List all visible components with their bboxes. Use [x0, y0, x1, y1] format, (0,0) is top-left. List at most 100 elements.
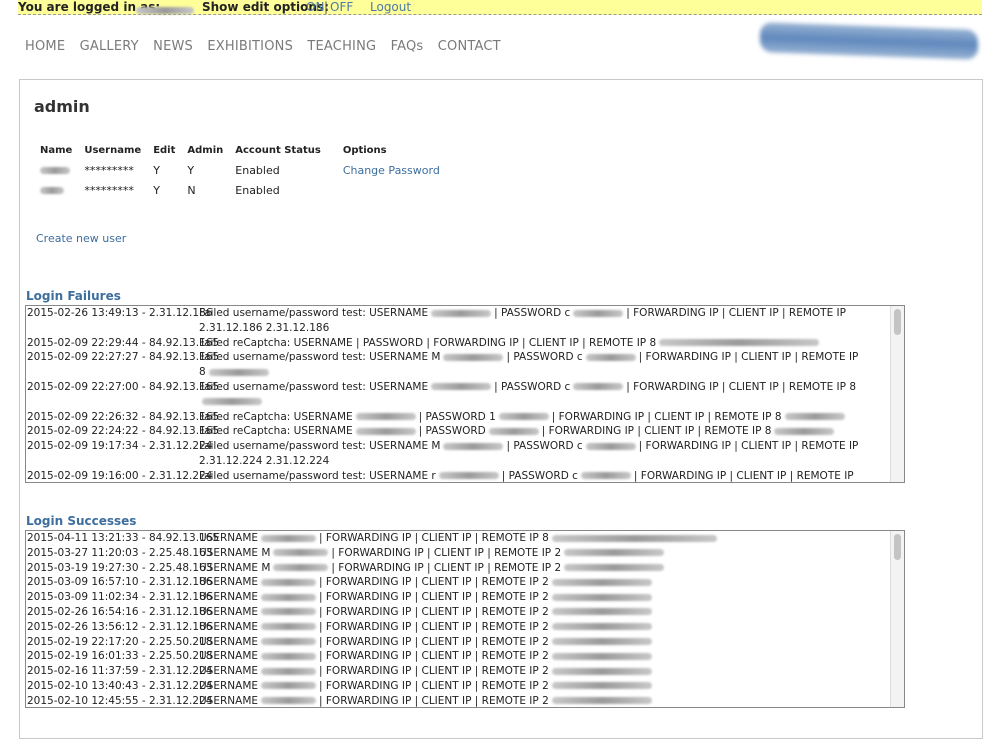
log-message: Failed reCaptcha: USERNAME | PASSWORD 1 | … — [199, 410, 904, 425]
log-message-middle: | PASSWORD c — [506, 351, 583, 364]
create-user-link[interactable]: Create new user — [36, 232, 126, 245]
log-message: USERNAME M | FORWARDING IP | CLIENT IP | … — [199, 546, 904, 561]
user-edit: Y — [153, 163, 160, 177]
log-message-start: Failed reCaptcha: USERNAME — [199, 425, 353, 438]
redacted-value — [431, 309, 492, 317]
log-message-start: USERNAME — [199, 694, 259, 707]
log-message-end: | FORWARDING IP | CLIENT IP | REMOTE IP … — [331, 546, 562, 559]
log-timestamp: 2015-02-10 12:45:55 - 2.31.12.224 — [27, 694, 213, 707]
log-message: USERNAME | FORWARDING IP | CLIENT IP | RE… — [199, 635, 904, 650]
log-message: USERNAME M | FORWARDING IP | CLIENT IP | … — [199, 561, 904, 576]
log-message-end: | FORWARDING IP | CLIENT IP | REMOTE IP … — [319, 694, 549, 707]
scroll-thumb[interactable] — [894, 534, 901, 560]
list-item: 2015-02-09 22:29:44 - 84.92.13.165 Failed… — [26, 336, 904, 351]
log-message: USERNAME | FORWARDING IP | CLIENT IP | RE… — [199, 694, 904, 707]
redacted-value — [774, 427, 835, 435]
redacted-value — [784, 413, 845, 421]
log-message-end: | FORWARDING IP | CLIENT IP | REMOTE IP … — [551, 410, 782, 423]
redacted-value — [551, 593, 652, 601]
log-message-start: Failed username/password test: USERNAME … — [199, 440, 441, 453]
list-item: 2015-02-26 16:54:16 - 2.31.12.186 USERNAM… — [26, 605, 904, 620]
log-message-middle: | PASSWORD — [418, 425, 486, 438]
change-password-link[interactable]: Change Password — [343, 164, 440, 177]
log-timestamp: 2015-03-09 11:02:34 - 2.31.12.186 — [27, 591, 213, 604]
nav-news[interactable]: NEWS — [153, 39, 193, 54]
user-admin: Y — [187, 163, 195, 177]
redacted-value — [551, 623, 652, 631]
main-nav: HOME GALLERY NEWS EXHIBITIONS TEACHING F… — [25, 39, 511, 54]
log-timestamp: 2015-02-19 22:17:20 - 2.25.50.218 — [27, 635, 213, 648]
log-message-end: | FORWARDING IP | CLIENT IP | REMOTE IP … — [319, 665, 549, 678]
user-username: ********* — [84, 163, 134, 177]
col-options: Options — [342, 145, 387, 156]
log-message-end: | FORWARDING IP | CLIENT IP | REMOTE IP … — [331, 561, 562, 574]
log-message-end: | FORWARDING IP | CLIENT IP | REMOTE IP … — [319, 679, 549, 692]
list-item: 2015-02-09 22:27:00 - 84.92.13.165 Failed… — [26, 380, 904, 410]
log-message-end: | FORWARDING IP | CLIENT IP | REMOTE IP … — [319, 576, 549, 589]
login-failures-title: Login Failures — [26, 289, 121, 303]
list-item: 2015-02-19 22:17:20 - 2.25.50.218 USERNAM… — [26, 635, 904, 650]
log-message-end: | FORWARDING IP | CLIENT IP | REMOTE IP … — [541, 425, 772, 438]
scroll-thumb[interactable] — [894, 309, 901, 335]
table-row: ********* Y N Enabled — [36, 180, 448, 200]
login-successes-list[interactable]: 2015-04-11 13:21:33 - 84.92.13.165 USERNA… — [25, 530, 905, 708]
list-item: 2015-03-09 16:57:10 - 2.31.12.186 USERNAM… — [26, 575, 904, 590]
log-message: USERNAME | FORWARDING IP | CLIENT IP | RE… — [199, 575, 904, 590]
redacted-value — [564, 564, 665, 572]
log-message-start: USERNAME — [199, 679, 259, 692]
user-status: Enabled — [235, 163, 280, 177]
site-logo-redacted[interactable] — [760, 22, 978, 60]
redacted-value — [498, 413, 549, 421]
logged-in-username-redacted — [136, 3, 194, 17]
log-timestamp: 2015-04-11 13:21:33 - 84.92.13.165 — [27, 532, 220, 544]
list-item: 2015-02-10 12:45:55 - 2.31.12.224 USERNAM… — [26, 694, 904, 707]
redacted-value — [273, 564, 329, 572]
list-item: 2015-02-09 22:26:32 - 84.92.13.165 Failed… — [26, 410, 904, 425]
log-message-start: Failed reCaptcha: USERNAME | PASSWORD | … — [199, 336, 657, 349]
admin-panel: admin Name Username Edit Admin Account S… — [19, 79, 983, 739]
log-timestamp: 2015-02-09 22:29:44 - 84.92.13.165 — [27, 336, 220, 349]
log-message-start: USERNAME M — [199, 561, 271, 574]
table-row: ********* Y Y Enabled Change Password — [36, 160, 448, 180]
redacted-value — [261, 652, 317, 660]
redacted-value — [573, 383, 624, 391]
redacted-value — [261, 638, 317, 646]
log-timestamp: 2015-02-09 22:26:32 - 84.92.13.165 — [27, 410, 220, 423]
log-message: Failed username/password test: USERNAME |… — [199, 306, 904, 336]
log-timestamp: 2015-02-09 22:27:00 - 84.92.13.165 — [27, 380, 220, 393]
logout-link[interactable]: Logout — [370, 0, 411, 14]
log-message: Failed username/password test: USERNAME … — [199, 439, 904, 469]
redacted-value — [551, 638, 652, 646]
nav-teaching[interactable]: TEACHING — [307, 39, 376, 54]
nav-contact[interactable]: CONTACT — [438, 39, 501, 54]
redacted-value — [355, 413, 416, 421]
nav-faqs[interactable]: FAQs — [391, 39, 424, 54]
log-message-end: | FORWARDING IP | CLIENT IP | REMOTE IP … — [319, 532, 549, 544]
nav-home[interactable]: HOME — [25, 39, 65, 54]
redacted-value — [355, 427, 416, 435]
redacted-value — [261, 667, 317, 675]
log-timestamp: 2015-02-09 19:16:00 - 2.31.12.224 — [27, 469, 213, 482]
log-timestamp: 2015-03-09 16:57:10 - 2.31.12.186 — [27, 576, 213, 589]
redacted-value — [564, 549, 665, 557]
redacted-value — [585, 353, 636, 361]
log-message-start: Failed username/password test: USERNAME — [199, 380, 429, 393]
redacted-value — [273, 549, 329, 557]
nav-gallery[interactable]: GALLERY — [80, 39, 139, 54]
log-message: Failed username/password test: USERNAME … — [199, 350, 904, 380]
col-edit: Edit — [153, 145, 176, 156]
redacted-value — [261, 593, 317, 601]
user-name-redacted — [36, 160, 80, 180]
list-item: 2015-02-10 13:40:43 - 2.31.12.224 USERNAM… — [26, 679, 904, 694]
user-username: ********* — [84, 183, 134, 197]
login-failures-list[interactable]: 2015-02-26 13:49:13 - 2.31.12.186 Failed … — [25, 305, 905, 483]
log-message-start: USERNAME — [199, 576, 259, 589]
failures-scrollbar[interactable] — [890, 306, 904, 482]
login-successes-title: Login Successes — [26, 514, 137, 528]
successes-scrollbar[interactable] — [890, 531, 904, 707]
nav-exhibitions[interactable]: EXHIBITIONS — [207, 39, 293, 54]
user-edit: Y — [153, 183, 160, 197]
edit-on-link[interactable]: ON — [306, 0, 324, 14]
edit-off-link[interactable]: OFF — [330, 0, 353, 14]
list-item: 2015-03-19 19:27:30 - 2.25.48.163 USERNAM… — [26, 561, 904, 576]
